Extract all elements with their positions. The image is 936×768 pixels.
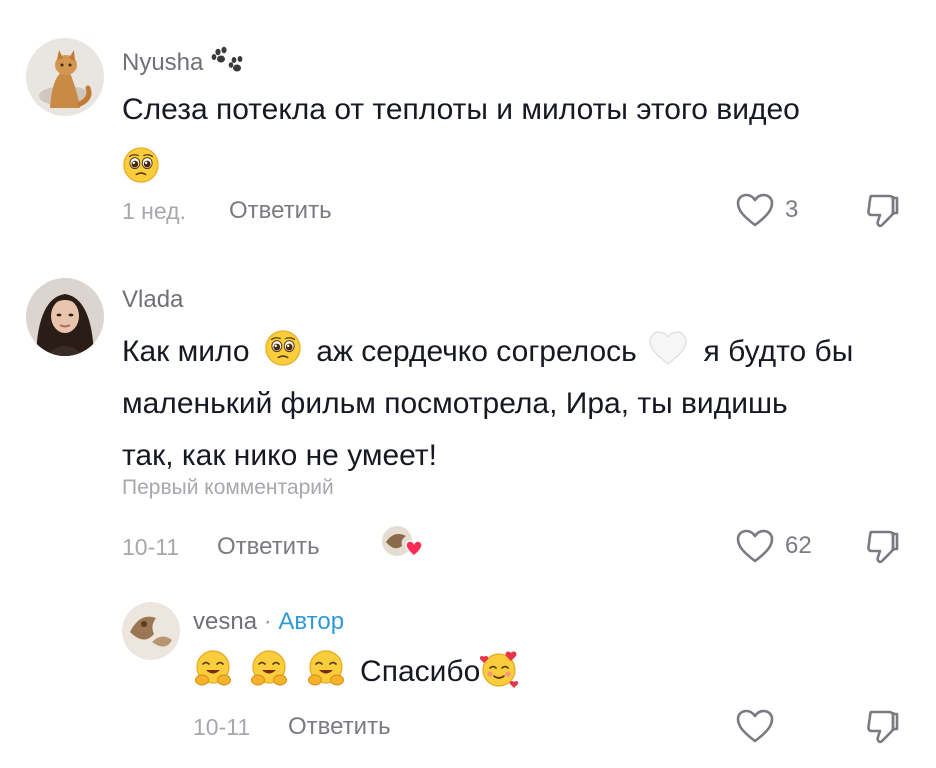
like-button[interactable] xyxy=(735,708,785,744)
dislike-button[interactable] xyxy=(862,526,902,571)
separator-dot: · xyxy=(263,608,272,635)
thumb-down-icon xyxy=(862,190,902,230)
comment-text-line: маленький фильм посмотрела, Ира, ты види… xyxy=(122,387,788,420)
avatar[interactable] xyxy=(26,278,104,356)
heart-icon xyxy=(735,192,775,228)
comment-text-line: Как мило аж сердечко согрелось я будто б… xyxy=(122,326,853,378)
reply-button[interactable]: Ответить xyxy=(229,197,332,225)
reply-button[interactable]: Ответить xyxy=(288,713,391,741)
pleading-face-icon xyxy=(122,146,160,184)
comment-text: Слеза потекла от теплоты и милоты этого … xyxy=(122,84,800,188)
comment-username[interactable]: vesna · Автор xyxy=(193,608,344,636)
dislike-button[interactable] xyxy=(862,190,902,235)
hugging-face-icon xyxy=(249,649,289,689)
comment-item: Nyusha Слеза потекла от теплоты и милоты… xyxy=(0,0,936,250)
like-button[interactable]: 3 xyxy=(735,192,798,228)
comment-time: 10-11 xyxy=(122,534,180,560)
comment-text-line: Слеза потекла от теплоты и милоты этого … xyxy=(122,93,800,126)
comment-username[interactable]: Nyusha xyxy=(122,46,244,77)
comment-item-reply: vesna · Автор Спасибо 10-11 Ответить xyxy=(0,580,936,768)
comment-time: 1 нед. xyxy=(122,198,186,224)
creator-avatar-icon xyxy=(382,526,423,557)
username-text: vesna xyxy=(193,608,258,635)
white-heart-icon xyxy=(649,331,687,365)
comment-time: 10-11 xyxy=(193,714,251,740)
hugging-face-icon xyxy=(193,649,233,689)
person-avatar-icon xyxy=(26,278,104,356)
comment-text-line: так, как нико не умеет! xyxy=(122,439,437,472)
like-button[interactable]: 62 xyxy=(735,528,812,564)
comment-text: Спасибо xyxy=(193,646,520,698)
cat-avatar-icon xyxy=(26,38,104,116)
username-text: Nyusha xyxy=(122,49,204,76)
comment-text-line: Спасибо xyxy=(193,646,520,698)
like-count: 3 xyxy=(785,196,799,223)
avatar[interactable] xyxy=(26,38,104,116)
comment-username[interactable]: Vlada xyxy=(122,286,183,314)
comment-text-part: Как мило xyxy=(122,335,250,368)
thumb-down-icon xyxy=(862,706,902,746)
heart-icon xyxy=(735,528,775,564)
creator-liked-badge xyxy=(380,524,424,564)
comment-text: Как мило аж сердечко согрелось я будто б… xyxy=(122,326,853,482)
paw-prints-icon xyxy=(211,46,243,72)
comment-item: Vlada Как мило аж сердечко согрелось я б… xyxy=(0,250,936,580)
comment-text-part: Спасибо xyxy=(360,655,481,688)
first-comment-label: Первый комментарий xyxy=(122,476,334,499)
heart-icon xyxy=(735,708,775,744)
smiling-face-with-hearts-icon xyxy=(480,649,520,689)
heart-badge-icon xyxy=(405,540,423,557)
pleading-face-icon xyxy=(264,329,302,367)
comment-text-part: я будто бы xyxy=(703,335,854,368)
hugging-face-icon xyxy=(306,649,346,689)
thumb-down-icon xyxy=(862,526,902,566)
comment-text-part: аж сердечко согрелось xyxy=(316,335,637,368)
avatar[interactable] xyxy=(122,602,180,660)
creator-avatar-icon xyxy=(122,602,180,660)
reply-button[interactable]: Ответить xyxy=(217,533,320,561)
author-badge: Автор xyxy=(278,608,345,635)
like-count: 62 xyxy=(785,532,812,559)
dislike-button[interactable] xyxy=(862,706,902,751)
